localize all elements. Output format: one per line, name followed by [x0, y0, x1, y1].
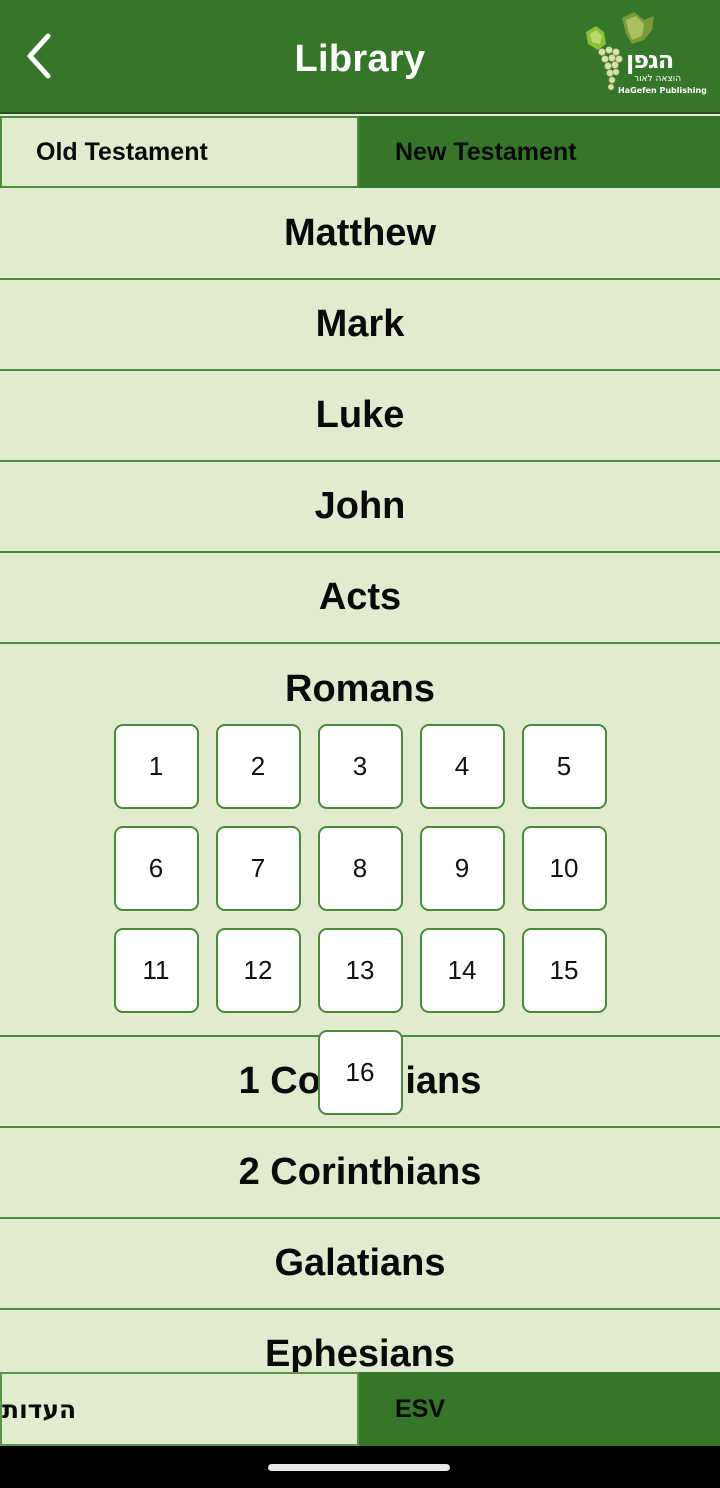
book-row-luke[interactable]: Luke — [0, 371, 720, 462]
chapter-button[interactable]: 5 — [521, 724, 607, 809]
app-header: Library הגפן הוצאה לאור HaGefen Publishi… — [0, 0, 720, 114]
tab-old-testament[interactable]: Old Testament — [0, 116, 359, 188]
book-row-john[interactable]: John — [0, 462, 720, 553]
library-screen: Library הגפן הוצאה לאור HaGefen Publishi… — [0, 0, 720, 1446]
hagefen-logo: הגפן הוצאה לאור HaGefen Publishing — [582, 10, 707, 100]
chapter-button[interactable]: 12 — [215, 928, 301, 1013]
system-nav-bar — [0, 1446, 720, 1488]
chapter-button[interactable]: 4 — [419, 724, 505, 809]
tab-version-haedut[interactable]: העדות — [0, 1372, 359, 1446]
chapter-button[interactable]: 6 — [113, 826, 199, 911]
home-gesture-handle[interactable] — [268, 1464, 450, 1471]
chapter-button[interactable]: 11 — [113, 928, 199, 1013]
chapter-button[interactable]: 2 — [215, 724, 301, 809]
chapter-button[interactable]: 16 — [317, 1030, 403, 1115]
chapter-button[interactable]: 15 — [521, 928, 607, 1013]
chapter-button[interactable]: 7 — [215, 826, 301, 911]
book-row-2-corinthians[interactable]: 2 Corinthians — [0, 1128, 720, 1219]
book-list: Matthew Mark Luke John Acts Romans 1 2 3… — [0, 188, 720, 1401]
chapter-button[interactable]: 14 — [419, 928, 505, 1013]
book-row-acts[interactable]: Acts — [0, 553, 720, 644]
chapter-button[interactable]: 13 — [317, 928, 403, 1013]
chapter-button[interactable]: 8 — [317, 826, 403, 911]
book-row-matthew[interactable]: Matthew — [0, 188, 720, 280]
chapter-grid: 1 2 3 4 5 6 7 8 9 10 11 12 13 14 15 16 — [64, 724, 656, 1115]
tab-version-esv[interactable]: ESV — [359, 1372, 720, 1446]
chapter-button[interactable]: 9 — [419, 826, 505, 911]
book-title-romans[interactable]: Romans — [0, 668, 720, 711]
book-row-galatians[interactable]: Galatians — [0, 1219, 720, 1310]
logo-hebrew-subtitle: הוצאה לאור — [634, 74, 682, 84]
tab-new-testament[interactable]: New Testament — [359, 116, 719, 188]
version-tabs: העדות ESV — [0, 1372, 720, 1446]
logo-hebrew-name: הגפן — [626, 46, 674, 74]
book-expanded-romans: Romans 1 2 3 4 5 6 7 8 9 10 11 12 13 14 … — [0, 644, 720, 1115]
chapter-button[interactable]: 3 — [317, 724, 403, 809]
chapter-button[interactable]: 1 — [113, 724, 199, 809]
book-row-mark[interactable]: Mark — [0, 280, 720, 371]
testament-tabs: Old Testament New Testament — [0, 116, 720, 188]
logo-english-name: HaGefen Publishing — [618, 86, 707, 95]
chapter-button[interactable]: 10 — [521, 826, 607, 911]
